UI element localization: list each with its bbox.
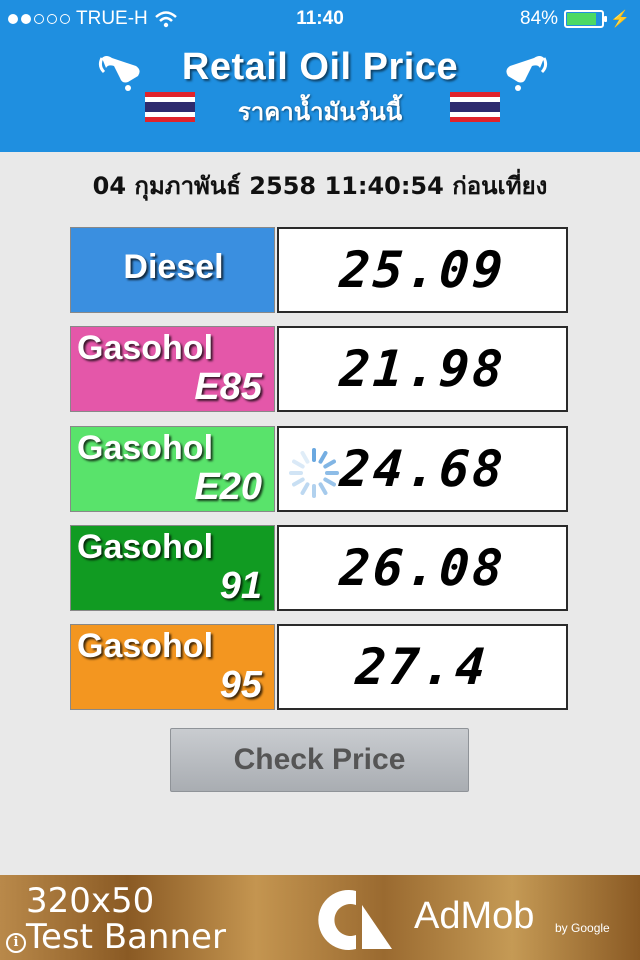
fuel-price-box: 27.4 — [277, 624, 568, 710]
ad-info-icon[interactable]: i — [6, 933, 26, 953]
fuel-row-diesel: Diesel 25.09 — [70, 227, 568, 313]
fuel-label-box: Gasohol E85 — [70, 326, 275, 412]
fuel-nozzle-right-icon — [506, 56, 548, 91]
thai-flag-right-icon — [450, 92, 500, 122]
fuel-label-box: Diesel — [70, 227, 275, 313]
fuel-label-box: Gasohol 95 — [70, 624, 275, 710]
price-datetime: 04 กุมภาพันธ์ 2558 11:40:54 ก่อนเที่ยง — [92, 172, 548, 200]
battery-info: 84% ⚡ — [520, 8, 630, 30]
fuel-row-gasohol-95: Gasohol 95 27.4 — [70, 624, 568, 710]
fuel-grade: 95 — [219, 664, 262, 706]
battery-icon — [564, 10, 608, 28]
fuel-name: Gasohol — [77, 528, 214, 566]
charging-icon: ⚡ — [610, 11, 630, 28]
subtitle-row: ราคาน้ำมันวันนี้ — [0, 92, 640, 132]
fuel-price: 25.09 — [337, 241, 508, 299]
ad-banner[interactable]: 320x50 Test Banner AdMob by Google i — [0, 875, 640, 960]
ad-test-text: Test Banner — [26, 917, 226, 957]
fuel-price: 21.98 — [337, 340, 508, 398]
fuel-row-gasohol-e85: Gasohol E85 21.98 — [70, 326, 568, 412]
status-bar: TRUE-H 11:40 84% ⚡ — [0, 0, 640, 38]
fuel-price: 26.08 — [337, 539, 508, 597]
fuel-price: 24.68 — [337, 440, 508, 498]
check-price-button[interactable]: Check Price — [170, 728, 469, 792]
admob-by-google: by Google — [555, 921, 610, 935]
fuel-price-box: 25.09 — [277, 227, 568, 313]
fuel-price-box: 21.98 — [277, 326, 568, 412]
admob-brand: AdMob — [414, 895, 535, 937]
loading-spinner-icon — [289, 448, 339, 498]
app-header: TRUE-H 11:40 84% ⚡ Retail Oil Price ราคา… — [0, 0, 640, 152]
battery-percent: 84% — [520, 8, 559, 29]
fuel-row-gasohol-e20: Gasohol E20 24.68 — [70, 426, 568, 512]
fuel-name: Gasohol — [77, 429, 214, 467]
fuel-label-box: Gasohol 91 — [70, 525, 275, 611]
fuel-price: 27.4 — [354, 638, 491, 696]
app-title: Retail Oil Price — [181, 46, 459, 88]
fuel-grade: E85 — [194, 366, 262, 408]
fuel-name: Diesel — [123, 248, 224, 286]
admob-logo-icon — [318, 890, 392, 950]
fuel-name: Gasohol — [77, 627, 214, 665]
ad-size-text: 320x50 — [26, 881, 155, 921]
fuel-name: Gasohol — [77, 329, 214, 367]
fuel-grade: E20 — [194, 466, 262, 508]
fuel-grade: 91 — [219, 565, 262, 607]
fuel-row-gasohol-91: Gasohol 91 26.08 — [70, 525, 568, 611]
fuel-price-box: 24.68 — [277, 426, 568, 512]
fuel-label-box: Gasohol E20 — [70, 426, 275, 512]
fuel-price-box: 26.08 — [277, 525, 568, 611]
app-subtitle: ราคาน้ำมันวันนี้ — [237, 97, 403, 126]
